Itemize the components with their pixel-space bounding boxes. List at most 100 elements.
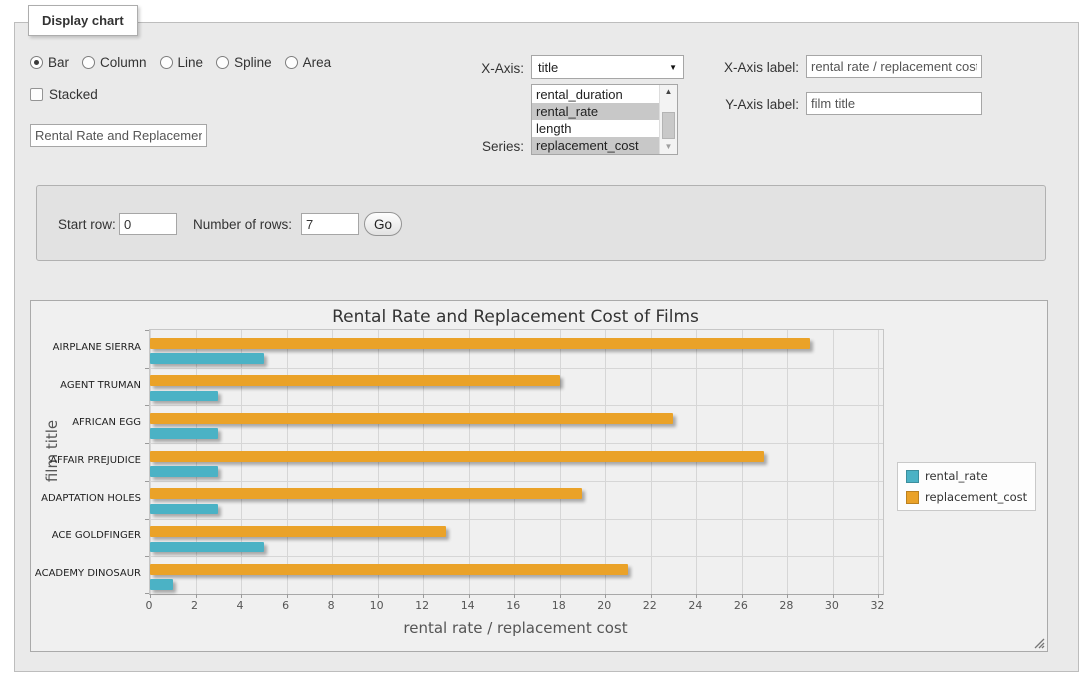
x-axis-tick-mark bbox=[332, 594, 333, 598]
bar-replacement_cost bbox=[150, 413, 673, 424]
chart-type-option-area[interactable]: Area bbox=[285, 55, 332, 70]
legend-item: replacement_cost bbox=[906, 490, 1027, 504]
gridline-vertical bbox=[287, 330, 288, 594]
x-axis-tick-mark bbox=[241, 594, 242, 598]
x-axis-label-input[interactable] bbox=[806, 55, 982, 78]
x-tick-label: 6 bbox=[271, 599, 301, 612]
x-axis-tick-mark bbox=[514, 594, 515, 598]
x-tick-label: 4 bbox=[225, 599, 255, 612]
radio-spline-icon[interactable] bbox=[216, 56, 229, 69]
chart-type-option-bar[interactable]: Bar bbox=[30, 55, 69, 70]
legend-swatch-rental_rate bbox=[906, 470, 919, 483]
gridline-vertical bbox=[696, 330, 697, 594]
scroll-up-icon[interactable]: ▲ bbox=[660, 85, 677, 99]
scrollbar-thumb[interactable] bbox=[662, 112, 675, 139]
bar-rental_rate bbox=[150, 428, 218, 439]
page: Display chart BarColumnLineSplineArea St… bbox=[0, 0, 1081, 681]
bar-replacement_cost bbox=[150, 451, 764, 462]
radio-area-icon[interactable] bbox=[285, 56, 298, 69]
y-axis-tick-mark bbox=[145, 330, 149, 331]
series-options: rental_durationrental_ratelengthreplacem… bbox=[532, 86, 660, 154]
x-axis-tick-mark bbox=[605, 594, 606, 598]
series-option-rental_rate[interactable]: rental_rate bbox=[532, 103, 660, 120]
gridline-vertical bbox=[469, 330, 470, 594]
bar-rental_rate bbox=[150, 579, 173, 590]
scroll-down-icon[interactable]: ▼ bbox=[660, 140, 677, 154]
legend-label: rental_rate bbox=[925, 469, 988, 483]
chart-type-option-label: Bar bbox=[48, 55, 69, 70]
stacked-checkbox[interactable] bbox=[30, 88, 43, 101]
chart-type-option-line[interactable]: Line bbox=[160, 55, 204, 70]
x-tick-label: 30 bbox=[817, 599, 847, 612]
gridline-vertical bbox=[651, 330, 652, 594]
y-axis-tick-mark bbox=[145, 519, 149, 520]
legend-item: rental_rate bbox=[906, 469, 1027, 483]
x-tick-label: 20 bbox=[589, 599, 619, 612]
chart-legend: rental_rate replacement_cost bbox=[897, 462, 1036, 511]
x-axis-tick-mark bbox=[878, 594, 879, 598]
x-axis-tick-mark bbox=[696, 594, 697, 598]
chart-type-option-label: Spline bbox=[234, 55, 272, 70]
x-axis-select-label: X-Axis: bbox=[454, 61, 524, 76]
gridline-vertical bbox=[833, 330, 834, 594]
radio-selected-dot bbox=[34, 60, 39, 65]
gridline-vertical bbox=[378, 330, 379, 594]
series-option-replacement_cost[interactable]: replacement_cost bbox=[532, 137, 660, 154]
gridline-vertical bbox=[150, 330, 151, 594]
y-axis-label-input[interactable] bbox=[806, 92, 982, 115]
series-select-label: Series: bbox=[454, 139, 524, 154]
radio-bar-icon[interactable] bbox=[30, 56, 43, 69]
x-axis-select[interactable]: title ▼ bbox=[531, 55, 684, 79]
chart-type-option-label: Line bbox=[178, 55, 204, 70]
gridline-horizontal bbox=[150, 481, 883, 482]
listbox-scrollbar[interactable]: ▲ ▼ bbox=[659, 85, 677, 154]
go-button[interactable]: Go bbox=[364, 212, 402, 236]
y-axis-tick-mark bbox=[145, 368, 149, 369]
bar-replacement_cost bbox=[150, 338, 810, 349]
radio-line-icon[interactable] bbox=[160, 56, 173, 69]
start-row-label: Start row: bbox=[58, 217, 116, 232]
gridline-vertical bbox=[196, 330, 197, 594]
gridline-horizontal bbox=[150, 443, 883, 444]
x-tick-label: 16 bbox=[498, 599, 528, 612]
category-label: ACADEMY DINOSAUR bbox=[31, 568, 141, 579]
chart-type-option-column[interactable]: Column bbox=[82, 55, 147, 70]
series-option-length[interactable]: length bbox=[532, 120, 660, 137]
resize-handle-icon[interactable] bbox=[1034, 638, 1045, 649]
bar-rental_rate bbox=[150, 391, 218, 402]
y-axis-tick-mark bbox=[145, 481, 149, 482]
x-tick-label: 10 bbox=[362, 599, 392, 612]
chart-title: Rental Rate and Replacement Cost of Film… bbox=[149, 307, 882, 327]
chart-title-input[interactable] bbox=[30, 124, 207, 147]
series-option-rental_duration[interactable]: rental_duration bbox=[532, 86, 660, 103]
x-axis-tick-mark bbox=[787, 594, 788, 598]
x-tick-label: 22 bbox=[635, 599, 665, 612]
bar-replacement_cost bbox=[150, 375, 560, 386]
x-tick-label: 24 bbox=[680, 599, 710, 612]
gridline-horizontal bbox=[150, 556, 883, 557]
x-axis-select-value: title bbox=[538, 60, 558, 75]
gridline-vertical bbox=[241, 330, 242, 594]
x-tick-label: 32 bbox=[862, 599, 892, 612]
series-listbox[interactable]: rental_durationrental_ratelengthreplacem… bbox=[531, 84, 678, 155]
bar-rental_rate bbox=[150, 353, 264, 364]
x-axis-label-label: X-Axis label: bbox=[700, 60, 799, 75]
gridline-vertical bbox=[423, 330, 424, 594]
start-row-input[interactable] bbox=[119, 213, 177, 235]
bar-replacement_cost bbox=[150, 564, 628, 575]
chart-type-option-spline[interactable]: Spline bbox=[216, 55, 272, 70]
radio-column-icon[interactable] bbox=[82, 56, 95, 69]
gridline-vertical bbox=[878, 330, 879, 594]
category-label: ACE GOLDFINGER bbox=[31, 530, 141, 541]
bar-replacement_cost bbox=[150, 526, 446, 537]
category-label: AIRPLANE SIERRA bbox=[31, 342, 141, 353]
chart-type-option-label: Area bbox=[303, 55, 332, 70]
gridline-vertical bbox=[560, 330, 561, 594]
x-tick-label: 12 bbox=[407, 599, 437, 612]
gridline-vertical bbox=[605, 330, 606, 594]
y-axis-title: film title bbox=[43, 376, 59, 526]
number-of-rows-label: Number of rows: bbox=[193, 217, 292, 232]
gridline-vertical bbox=[332, 330, 333, 594]
number-of-rows-input[interactable] bbox=[301, 213, 359, 235]
gridline-horizontal bbox=[150, 405, 883, 406]
